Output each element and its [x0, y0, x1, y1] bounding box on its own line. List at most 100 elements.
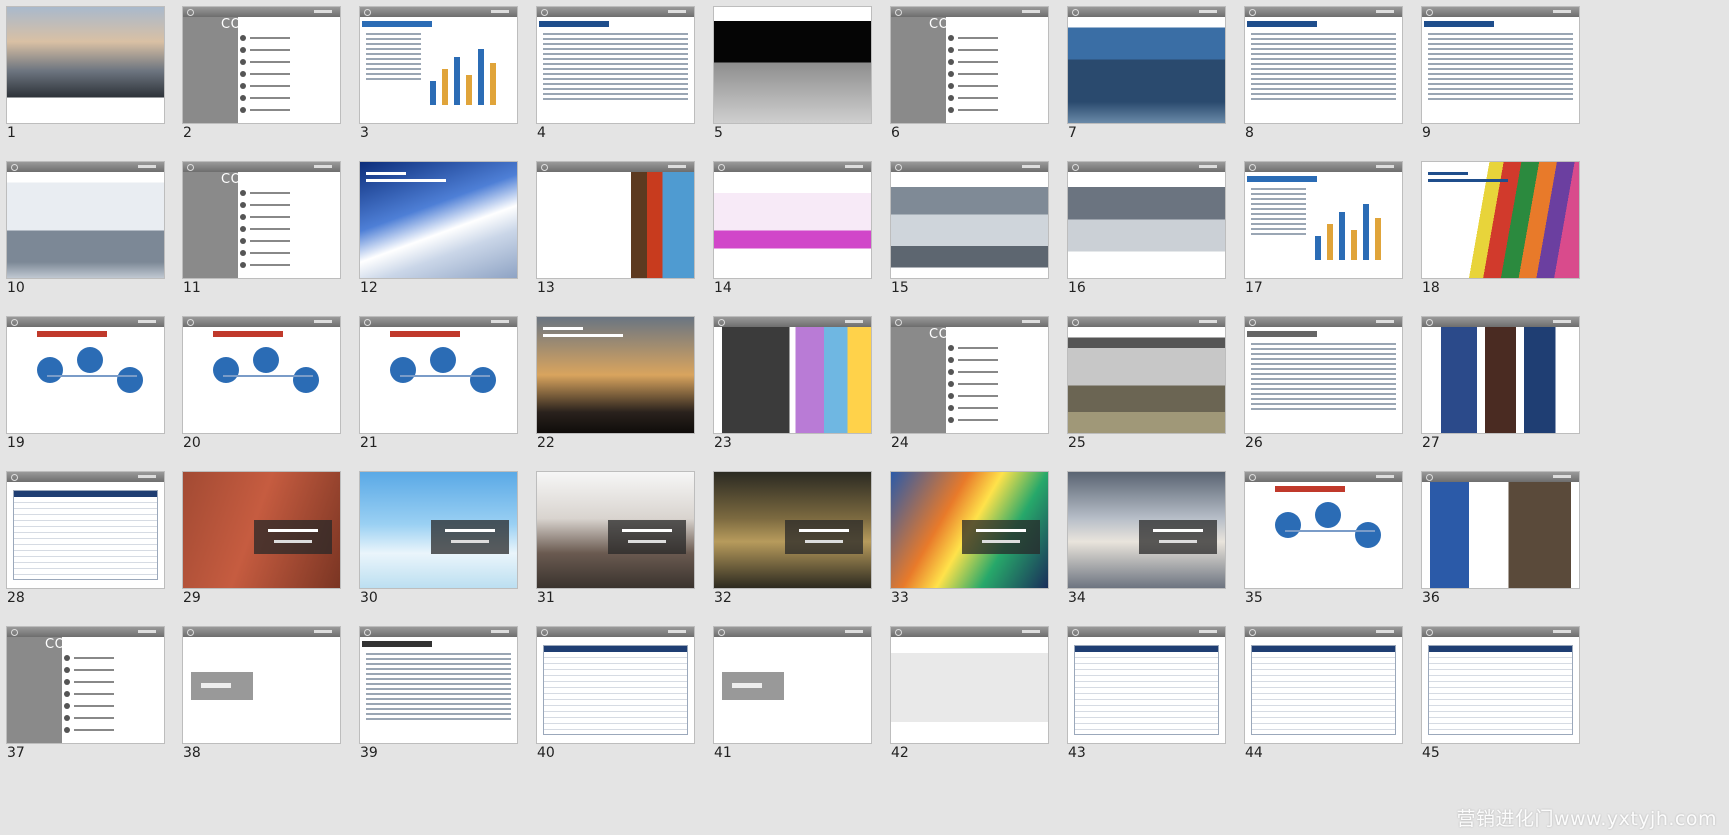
slide-thumbnail-cell[interactable]: 34	[1061, 465, 1226, 607]
slide-thumbnail[interactable]: CONTENTS	[182, 161, 341, 279]
slide-thumbnail-cell[interactable]: 41	[707, 620, 872, 762]
slide-thumbnail-cell[interactable]: 38	[176, 620, 341, 762]
slide-thumbnail[interactable]	[1421, 161, 1580, 279]
slide-thumbnail[interactable]	[359, 316, 518, 434]
slide-thumbnail-cell[interactable]: 18	[1415, 155, 1580, 297]
slide-thumbnail[interactable]	[536, 626, 695, 744]
slide-thumbnail-cell[interactable]: 44	[1238, 620, 1403, 762]
caption-line	[622, 529, 672, 532]
slide-thumbnail-cell[interactable]: 45	[1415, 620, 1580, 762]
slide-thumbnail[interactable]	[536, 471, 695, 589]
slide-thumbnail[interactable]	[536, 6, 695, 124]
slide-thumbnail[interactable]	[713, 161, 872, 279]
slide-thumbnail-cell[interactable]: 35	[1238, 465, 1403, 607]
slide-thumbnail[interactable]	[713, 626, 872, 744]
slide-thumbnail[interactable]	[1067, 6, 1226, 124]
slide-thumbnail-cell[interactable]: 31	[530, 465, 695, 607]
slide-thumbnail-cell[interactable]: 30	[353, 465, 518, 607]
slide-thumbnail-cell[interactable]: CONTENTS 6	[884, 0, 1049, 142]
slide-thumbnail[interactable]: CONTENTS	[890, 316, 1049, 434]
slide-thumbnail[interactable]	[1244, 6, 1403, 124]
slide-thumbnail[interactable]	[1421, 626, 1580, 744]
slide-thumbnail[interactable]	[1421, 6, 1580, 124]
slide-thumbnail-cell[interactable]: 4	[530, 0, 695, 142]
slide-thumbnail-cell[interactable]: 26	[1238, 310, 1403, 452]
slide-thumbnail[interactable]	[1421, 316, 1580, 434]
slide-thumbnail-cell[interactable]: 15	[884, 155, 1049, 297]
slide-thumbnail-cell[interactable]: 9	[1415, 0, 1580, 142]
toc-bullet-icon	[240, 59, 246, 65]
slide-thumbnail-cell[interactable]: 32	[707, 465, 872, 607]
slide-thumbnail-cell[interactable]: 1	[0, 0, 165, 142]
slide-thumbnail-cell[interactable]: 19	[0, 310, 165, 452]
slide-thumbnail-cell[interactable]: 23	[707, 310, 872, 452]
slide-thumbnail-cell[interactable]: 27	[1415, 310, 1580, 452]
slide-thumbnail-cell[interactable]: 7	[1061, 0, 1226, 142]
slide-thumbnail-cell[interactable]: CONTENTS 37	[0, 620, 165, 762]
slide-thumbnail[interactable]	[1067, 316, 1226, 434]
slide-thumbnail[interactable]	[359, 161, 518, 279]
slide-thumbnail[interactable]	[536, 316, 695, 434]
slide-thumbnail[interactable]	[1067, 626, 1226, 744]
slide-thumbnail[interactable]	[1244, 316, 1403, 434]
slide-thumbnail-cell[interactable]: 29	[176, 465, 341, 607]
slide-thumbnail[interactable]	[359, 6, 518, 124]
slide-thumbnail-cell[interactable]: 5	[707, 0, 872, 142]
slide-thumbnail-cell[interactable]: 17	[1238, 155, 1403, 297]
slide-thumbnail-cell[interactable]: 42	[884, 620, 1049, 762]
slide-thumbnail-cell[interactable]: 43	[1061, 620, 1226, 762]
slide-thumbnail-cell[interactable]: 13	[530, 155, 695, 297]
slide-thumbnail[interactable]	[713, 6, 872, 124]
text-line	[366, 673, 511, 675]
slide-thumbnail-cell[interactable]: 25	[1061, 310, 1226, 452]
slide-thumbnail[interactable]	[536, 161, 695, 279]
slide-thumbnail[interactable]	[6, 161, 165, 279]
slide-thumbnail-cell[interactable]: 36	[1415, 465, 1580, 607]
slide-thumbnail[interactable]	[1067, 161, 1226, 279]
slide-thumbnail-cell[interactable]: 28	[0, 465, 165, 607]
slide-thumbnail[interactable]: CONTENTS	[890, 6, 1049, 124]
slide-thumbnail-cell[interactable]: 16	[1061, 155, 1226, 297]
slide-thumbnail[interactable]	[359, 626, 518, 744]
slide-thumbnail[interactable]	[713, 471, 872, 589]
slide-thumbnail-cell[interactable]: 10	[0, 155, 165, 297]
slide-table	[1251, 645, 1396, 735]
slide-thumbnail[interactable]	[890, 626, 1049, 744]
slide-thumbnail[interactable]	[1244, 161, 1403, 279]
slide-thumbnail-cell[interactable]: 39	[353, 620, 518, 762]
slide-thumbnail[interactable]	[1244, 471, 1403, 589]
slide-thumbnail[interactable]	[1421, 471, 1580, 589]
slide-thumbnail[interactable]: CONTENTS	[182, 6, 341, 124]
slide-thumbnail[interactable]	[359, 471, 518, 589]
slide-thumbnail[interactable]	[6, 6, 165, 124]
slide-thumbnail[interactable]	[6, 316, 165, 434]
slide-thumbnail-cell[interactable]: 20	[176, 310, 341, 452]
slide-thumbnail-cell[interactable]: 3	[353, 0, 518, 142]
slide-thumbnail[interactable]	[890, 471, 1049, 589]
logo-icon	[1072, 629, 1079, 636]
slide-thumbnail-cell[interactable]: 21	[353, 310, 518, 452]
text-line	[1428, 43, 1573, 45]
slide-thumbnail-cell[interactable]: 22	[530, 310, 695, 452]
slide-thumbnail-cell[interactable]: CONTENTS 2	[176, 0, 341, 142]
text-line	[1251, 223, 1306, 225]
toc-item	[240, 190, 330, 196]
slide-table	[543, 645, 688, 735]
slide-thumbnail[interactable]	[182, 471, 341, 589]
slide-thumbnail-cell[interactable]: 12	[353, 155, 518, 297]
slide-thumbnail-cell[interactable]: CONTENTS 11	[176, 155, 341, 297]
slide-thumbnail[interactable]	[6, 471, 165, 589]
text-line	[543, 78, 688, 80]
slide-thumbnail[interactable]	[890, 161, 1049, 279]
slide-thumbnail[interactable]	[713, 316, 872, 434]
slide-thumbnail-cell[interactable]: 14	[707, 155, 872, 297]
slide-thumbnail[interactable]	[1067, 471, 1226, 589]
slide-thumbnail-cell[interactable]: 40	[530, 620, 695, 762]
slide-thumbnail-cell[interactable]: 8	[1238, 0, 1403, 142]
slide-thumbnail[interactable]: CONTENTS	[6, 626, 165, 744]
slide-thumbnail-cell[interactable]: 33	[884, 465, 1049, 607]
slide-thumbnail[interactable]	[182, 316, 341, 434]
slide-thumbnail[interactable]	[1244, 626, 1403, 744]
slide-thumbnail-cell[interactable]: CONTENTS 24	[884, 310, 1049, 452]
slide-thumbnail[interactable]	[182, 626, 341, 744]
